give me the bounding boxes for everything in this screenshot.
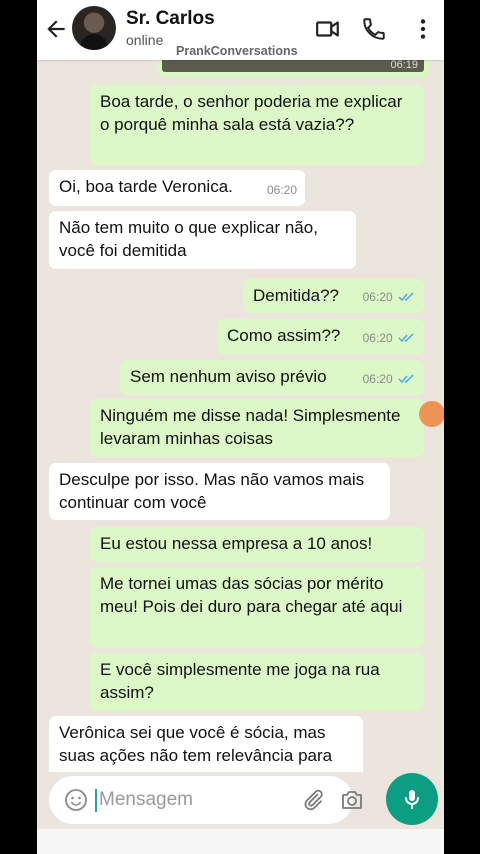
message-outgoing[interactable]: Sem nenhum aviso prévio 06:20 [120,360,424,395]
text-cursor [95,789,97,812]
double-check-icon [398,333,414,343]
message-list[interactable]: 06:19 Boa tarde, o senhor poderia me exp… [37,60,444,772]
message-text: Desculpe por isso. Mas não vamos mais co… [59,470,365,512]
message-text: E você simplesmente me joga na rua assim… [100,660,380,702]
double-check-icon [398,374,414,384]
message-outgoing[interactable]: Me tornei umas das sócias por mérito meu… [90,567,424,648]
message-incoming[interactable]: Verônica sei que você é sócia, mas suas … [49,716,363,772]
message-incoming[interactable]: Desculpe por isso. Mas não vamos mais co… [49,463,390,520]
floating-bubble[interactable] [419,401,444,427]
mic-icon [405,790,419,809]
message-text: Me tornei umas das sócias por mérito meu… [100,574,403,616]
message-incoming[interactable]: Não tem muito o que explicar não, você f… [49,211,356,269]
emoji-icon[interactable] [64,788,88,812]
message-outgoing[interactable]: Como assim?? 06:20 [217,319,424,354]
message-text: Eu estou nessa empresa a 10 anos! [100,534,373,553]
message-text: Não tem muito o que explicar não, você f… [59,218,318,260]
message-time: 06:20 [362,289,393,304]
message-time: 06:20 [362,371,393,386]
contact-name[interactable]: Sr. Carlos [126,8,215,30]
avatar[interactable] [72,6,116,50]
image-message[interactable]: 06:19 [157,60,429,77]
message-text: Sem nenhum aviso prévio [130,367,327,386]
camera-icon[interactable] [339,788,365,812]
message-input[interactable]: Mensagem [99,789,193,811]
message-outgoing[interactable]: Eu estou nessa empresa a 10 anos! [90,527,424,562]
message-time: 06:20 [266,182,297,197]
message-incoming[interactable]: Oi, boa tarde Veronica. 06:20 [49,170,305,206]
double-check-icon [398,292,414,302]
message-outgoing[interactable]: Demitida?? 06:20 [243,279,424,313]
message-text: Boa tarde, o senhor poderia me explicar … [100,92,403,134]
message-input-bar[interactable]: Mensagem [49,776,362,824]
contact-status: online [126,32,164,48]
watermark: PrankConversations [176,44,298,58]
message-text: Como assim?? [227,326,341,345]
phone-screen: Sr. Carlos online PrankConversations 06:… [37,0,444,854]
message-outgoing[interactable]: Ninguém me disse nada! Simplesmente leva… [90,399,424,457]
video-call-icon[interactable] [315,16,341,42]
message-text: Verônica sei que você é sócia, mas suas … [59,723,333,765]
message-outgoing[interactable]: Boa tarde, o senhor poderia me explicar … [90,85,424,165]
message-status: 06:20 [363,286,416,309]
message-time: 06:20 [362,330,393,345]
navigation-bar [37,829,444,854]
attach-icon[interactable] [301,788,325,812]
message-status: 06:20 [363,327,416,350]
mic-button[interactable] [386,773,438,825]
message-text: Ninguém me disse nada! Simplesmente leva… [100,406,401,448]
menu-dots-icon[interactable] [410,16,436,42]
message-text: Demitida?? [253,286,339,305]
message-outgoing[interactable]: E você simplesmente me joga na rua assim… [90,653,424,711]
message-time: 06:19 [390,60,418,71]
message-text: Oi, boa tarde Veronica. [59,177,233,196]
phone-call-icon[interactable] [361,16,387,42]
message-status: 06:20 [363,368,416,391]
back-arrow-icon[interactable] [43,16,69,42]
